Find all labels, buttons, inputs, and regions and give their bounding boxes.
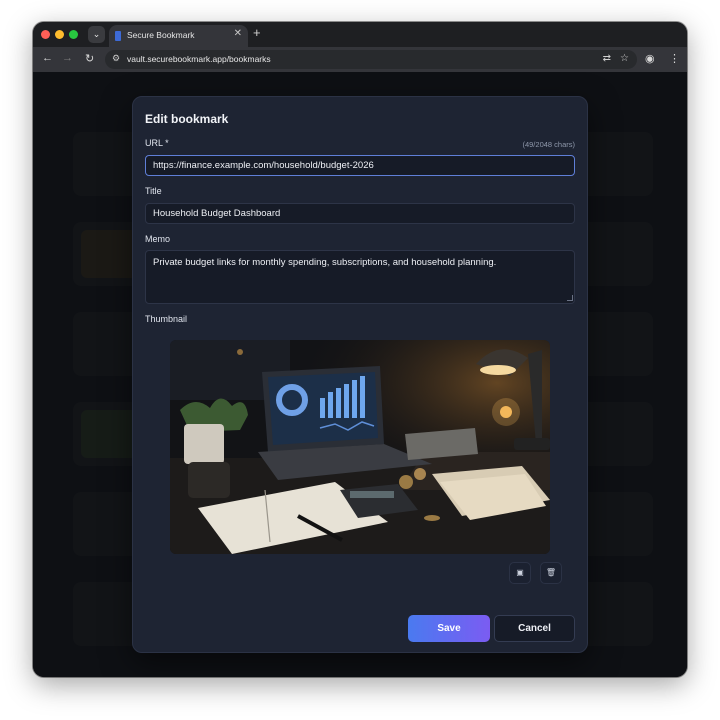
thumbnail-label: Thumbnail (145, 314, 188, 324)
page-viewport: Edit bookmark URL * (49/2048 chars) Titl… (33, 72, 687, 677)
thumbnail-image (170, 340, 550, 554)
title-label: Title (145, 186, 162, 196)
change-image-button[interactable]: ▣ (509, 562, 531, 584)
tab-search-button[interactable]: ⌄ (88, 26, 105, 43)
tab-title: Secure Bookmark (127, 30, 195, 40)
address-bar-url[interactable]: vault.securebookmark.app/bookmarks (127, 54, 271, 64)
minimize-window-button[interactable] (55, 30, 64, 39)
url-char-count: (49/2048 chars) (522, 140, 575, 149)
new-tab-button[interactable]: + (253, 25, 261, 40)
title-input[interactable] (145, 203, 575, 224)
maximize-window-button[interactable] (69, 30, 78, 39)
edit-bookmark-dialog: Edit bookmark URL * (49/2048 chars) Titl… (132, 96, 588, 653)
save-button[interactable]: Save (408, 615, 490, 642)
memo-resize-handle[interactable] (567, 295, 573, 301)
forward-icon[interactable]: → (62, 52, 73, 64)
close-tab-icon[interactable]: ✕ (234, 28, 242, 39)
more-menu-icon[interactable]: ⋮ (669, 52, 680, 65)
delete-image-button[interactable]: 🗑 (540, 562, 562, 584)
bookmark-icon (115, 31, 121, 41)
reload-icon[interactable]: ↻ (85, 52, 94, 65)
browser-window: ⌄ Secure Bookmark ✕ + ← → ↻ ⚙ vault.secu… (33, 22, 687, 677)
close-window-button[interactable] (41, 30, 50, 39)
tab-bar: ⌄ Secure Bookmark ✕ + (33, 22, 687, 47)
image-icon: ▣ (516, 568, 524, 577)
url-label: URL * (145, 138, 169, 148)
cancel-button[interactable]: Cancel (494, 615, 575, 642)
star-icon[interactable]: ☆ (620, 53, 629, 64)
address-bar[interactable]: ⚙ vault.securebookmark.app/bookmarks ⇄ ☆ (105, 50, 637, 69)
site-info-icon[interactable]: ⚙ (112, 53, 120, 64)
trash-icon: 🗑 (545, 568, 557, 577)
memo-textarea[interactable]: Private budget links for monthly spendin… (145, 250, 575, 304)
browser-toolbar: ← → ↻ ⚙ vault.securebookmark.app/bookmar… (33, 47, 687, 72)
dialog-title: Edit bookmark (145, 112, 229, 126)
profile-icon[interactable]: ◉ (645, 52, 655, 65)
memo-label: Memo (145, 234, 171, 244)
browser-tab[interactable]: Secure Bookmark ✕ (109, 25, 248, 47)
translate-icon[interactable]: ⇄ (603, 53, 611, 64)
url-input[interactable] (145, 155, 575, 176)
back-icon[interactable]: ← (42, 52, 53, 64)
